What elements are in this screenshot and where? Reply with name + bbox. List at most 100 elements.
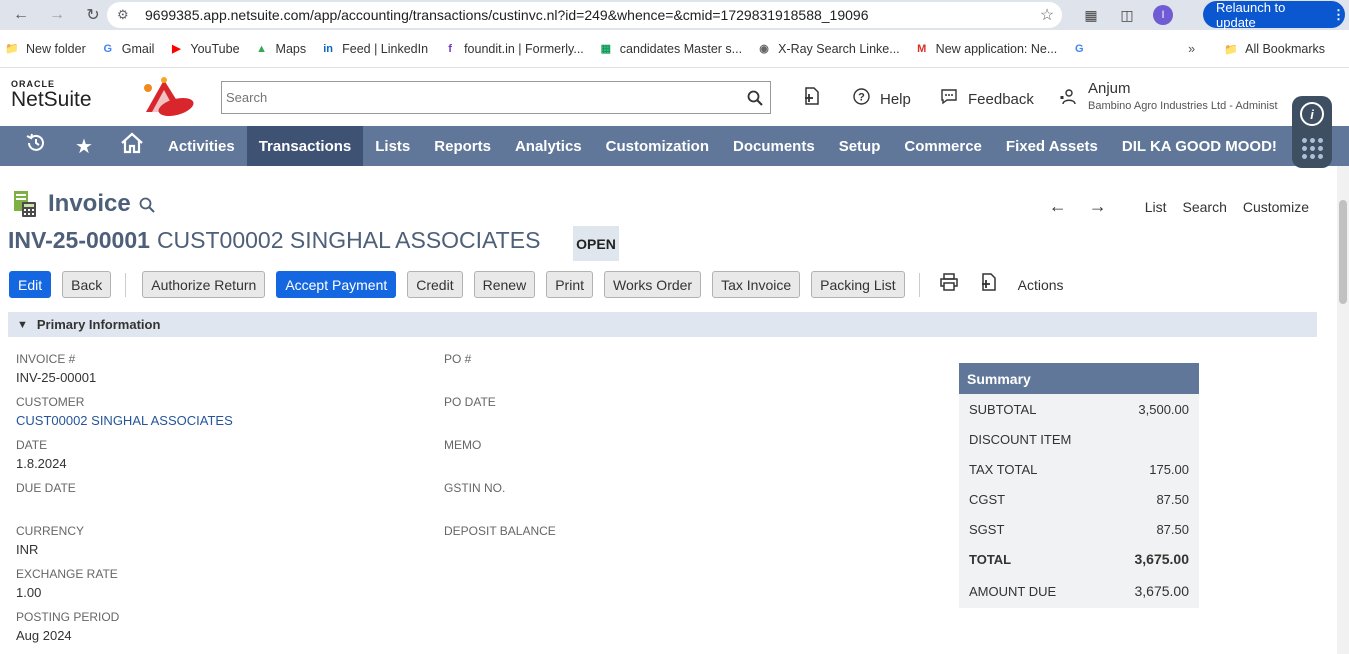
- make-copy-icon[interactable]: [980, 273, 998, 296]
- browser-toolbar: ← → ↻ ⚙ 9699385.app.netsuite.com/app/acc…: [0, 0, 1349, 30]
- summary-label: SGST: [969, 521, 1005, 537]
- works-order-button[interactable]: Works Order: [604, 271, 702, 298]
- relaunch-button[interactable]: Relaunch to update ⋮: [1203, 0, 1345, 30]
- search-icon[interactable]: [740, 90, 770, 106]
- global-search[interactable]: [221, 81, 771, 114]
- site-settings-icon[interactable]: ⚙: [117, 7, 139, 23]
- address-bar[interactable]: ⚙ 9699385.app.netsuite.com/app/accountin…: [107, 2, 1062, 28]
- shortcuts-star-icon[interactable]: ★: [60, 134, 108, 159]
- bookmark-item[interactable]: ◉ X-Ray Search Linke...: [756, 41, 899, 57]
- bookmark-label: Maps: [275, 41, 307, 56]
- bookmark-item[interactable]: f foundit.in | Formerly...: [442, 41, 584, 57]
- info-icon[interactable]: i: [1300, 102, 1324, 126]
- record-search-icon[interactable]: [139, 197, 155, 218]
- section-title: Primary Information: [36, 317, 161, 332]
- field-label: CUSTOMER: [16, 395, 85, 409]
- recent-records-icon[interactable]: [12, 132, 60, 160]
- netsuite-logo[interactable]: ORACLE NetSuite: [11, 80, 92, 111]
- nav-item-fixed-assets[interactable]: Fixed Assets: [994, 126, 1110, 166]
- avatar[interactable]: I: [1153, 5, 1173, 25]
- bookmark-item[interactable]: M New application: Ne...: [914, 41, 1057, 57]
- summary-amount: 3,675.00: [1134, 583, 1190, 599]
- search-link[interactable]: Search: [1183, 199, 1227, 215]
- field-label: PO DATE: [444, 395, 496, 409]
- nav-item-activities[interactable]: Activities: [156, 126, 247, 166]
- customize-link[interactable]: Customize: [1243, 199, 1309, 215]
- more-vert-icon[interactable]: ⋮: [1332, 7, 1345, 23]
- feedback-link[interactable]: Feedback: [940, 88, 1034, 110]
- logo-netsuite-text: NetSuite: [11, 88, 92, 111]
- help-label: Help: [880, 90, 911, 108]
- field-value[interactable]: CUST00002 SINGHAL ASSOCIATES: [16, 413, 233, 428]
- main-nav: ★ Activities Transactions Lists Reports Anal…: [0, 126, 1349, 166]
- user-name: Anjum: [1088, 80, 1131, 97]
- nav-item-reports[interactable]: Reports: [422, 126, 503, 166]
- maps-icon: ▲: [256, 42, 267, 55]
- folder-icon: 📁: [5, 43, 19, 55]
- next-record-icon[interactable]: →: [1089, 196, 1107, 217]
- user-menu[interactable]: Anjum Bambino Agro Industries Ltd - Admi…: [1060, 80, 1278, 112]
- bookmark-item[interactable]: ▶ YouTube: [168, 41, 239, 57]
- list-link[interactable]: List: [1145, 199, 1167, 215]
- record-navigation: ← → List Search Customize: [1049, 196, 1309, 217]
- page-scrollbar[interactable]: [1337, 166, 1349, 654]
- nav-item-documents[interactable]: Documents: [721, 126, 827, 166]
- record-customer: CUST00002 SINGHAL ASSOCIATES: [156, 227, 541, 253]
- authorize-return-button[interactable]: Authorize Return: [142, 271, 266, 298]
- bookmark-label: Feed | LinkedIn: [342, 41, 429, 56]
- back-button[interactable]: Back: [62, 271, 112, 298]
- bookmark-item[interactable]: G: [1071, 41, 1093, 57]
- url-text[interactable]: 9699385.app.netsuite.com/app/accounting/…: [145, 7, 1032, 23]
- summary-title: Summary: [959, 363, 1199, 394]
- globe-icon: ◉: [759, 43, 769, 55]
- primary-information-header[interactable]: ▼ Primary Information: [8, 312, 1317, 337]
- scrollbar-thumb[interactable]: [1339, 200, 1347, 304]
- renew-button[interactable]: Renew: [473, 271, 536, 298]
- bookmark-item[interactable]: ▦ candidates Master s...: [598, 41, 742, 57]
- edit-button[interactable]: Edit: [9, 271, 52, 298]
- nav-item-analytics[interactable]: Analytics: [503, 126, 594, 166]
- actions-menu[interactable]: Actions: [1018, 277, 1064, 293]
- accept-payment-button[interactable]: Accept Payment: [276, 271, 397, 298]
- field-memo: MEMO: [444, 438, 481, 456]
- profile-avatar[interactable]: I: [1152, 4, 1174, 26]
- bookmark-item[interactable]: 📁 New folder: [4, 41, 86, 57]
- tax-invoice-button[interactable]: Tax Invoice: [712, 271, 801, 298]
- more-bookmarks-icon[interactable]: »: [1188, 42, 1195, 56]
- back-arrow-icon[interactable]: ←: [8, 2, 34, 28]
- bookmark-item[interactable]: G Gmail: [100, 41, 154, 57]
- bookmark-star-icon[interactable]: ☆: [1032, 5, 1062, 25]
- global-search-input[interactable]: [222, 82, 740, 113]
- credit-button[interactable]: Credit: [407, 271, 463, 298]
- nav-item-commerce[interactable]: Commerce: [892, 126, 994, 166]
- printer-icon[interactable]: [939, 273, 958, 296]
- field-value: 1.8.2024: [16, 456, 67, 471]
- nav-item-setup[interactable]: Setup: [827, 126, 893, 166]
- forward-arrow-icon[interactable]: →: [44, 2, 70, 28]
- nav-item-customization[interactable]: Customization: [594, 126, 721, 166]
- chevron-down-icon[interactable]: ▼: [17, 319, 28, 331]
- reload-icon[interactable]: ↻: [80, 2, 106, 28]
- bookmark-item[interactable]: in Feed | LinkedIn: [320, 41, 428, 57]
- home-icon[interactable]: [108, 132, 156, 160]
- previous-record-icon[interactable]: ←: [1049, 196, 1067, 217]
- divider: [125, 272, 127, 297]
- field-value: INV-25-00001: [16, 370, 97, 385]
- nav-item-transactions[interactable]: Transactions: [246, 126, 364, 166]
- create-new-icon[interactable]: [803, 87, 821, 110]
- extension-icon[interactable]: ▦: [1080, 4, 1102, 26]
- field-po: PO #: [444, 352, 471, 370]
- help-link[interactable]: ? Help: [853, 88, 911, 110]
- assistant-widget[interactable]: i: [1292, 96, 1332, 168]
- nav-item-dil-ka-good-mood[interactable]: DIL KA GOOD MOOD!: [1110, 126, 1289, 166]
- status-badge: OPEN: [573, 226, 619, 261]
- extensions-puzzle-icon[interactable]: ◫: [1116, 4, 1138, 26]
- bookmark-item[interactable]: ▲ Maps: [254, 41, 307, 57]
- print-button[interactable]: Print: [546, 271, 593, 298]
- foundit-icon: f: [448, 42, 452, 55]
- apps-grid-icon[interactable]: [1301, 138, 1323, 159]
- field-label: PO #: [444, 352, 472, 366]
- all-bookmarks[interactable]: 📁 All Bookmarks: [1223, 41, 1325, 57]
- nav-item-lists[interactable]: Lists: [363, 126, 422, 166]
- packing-list-button[interactable]: Packing List: [811, 271, 905, 298]
